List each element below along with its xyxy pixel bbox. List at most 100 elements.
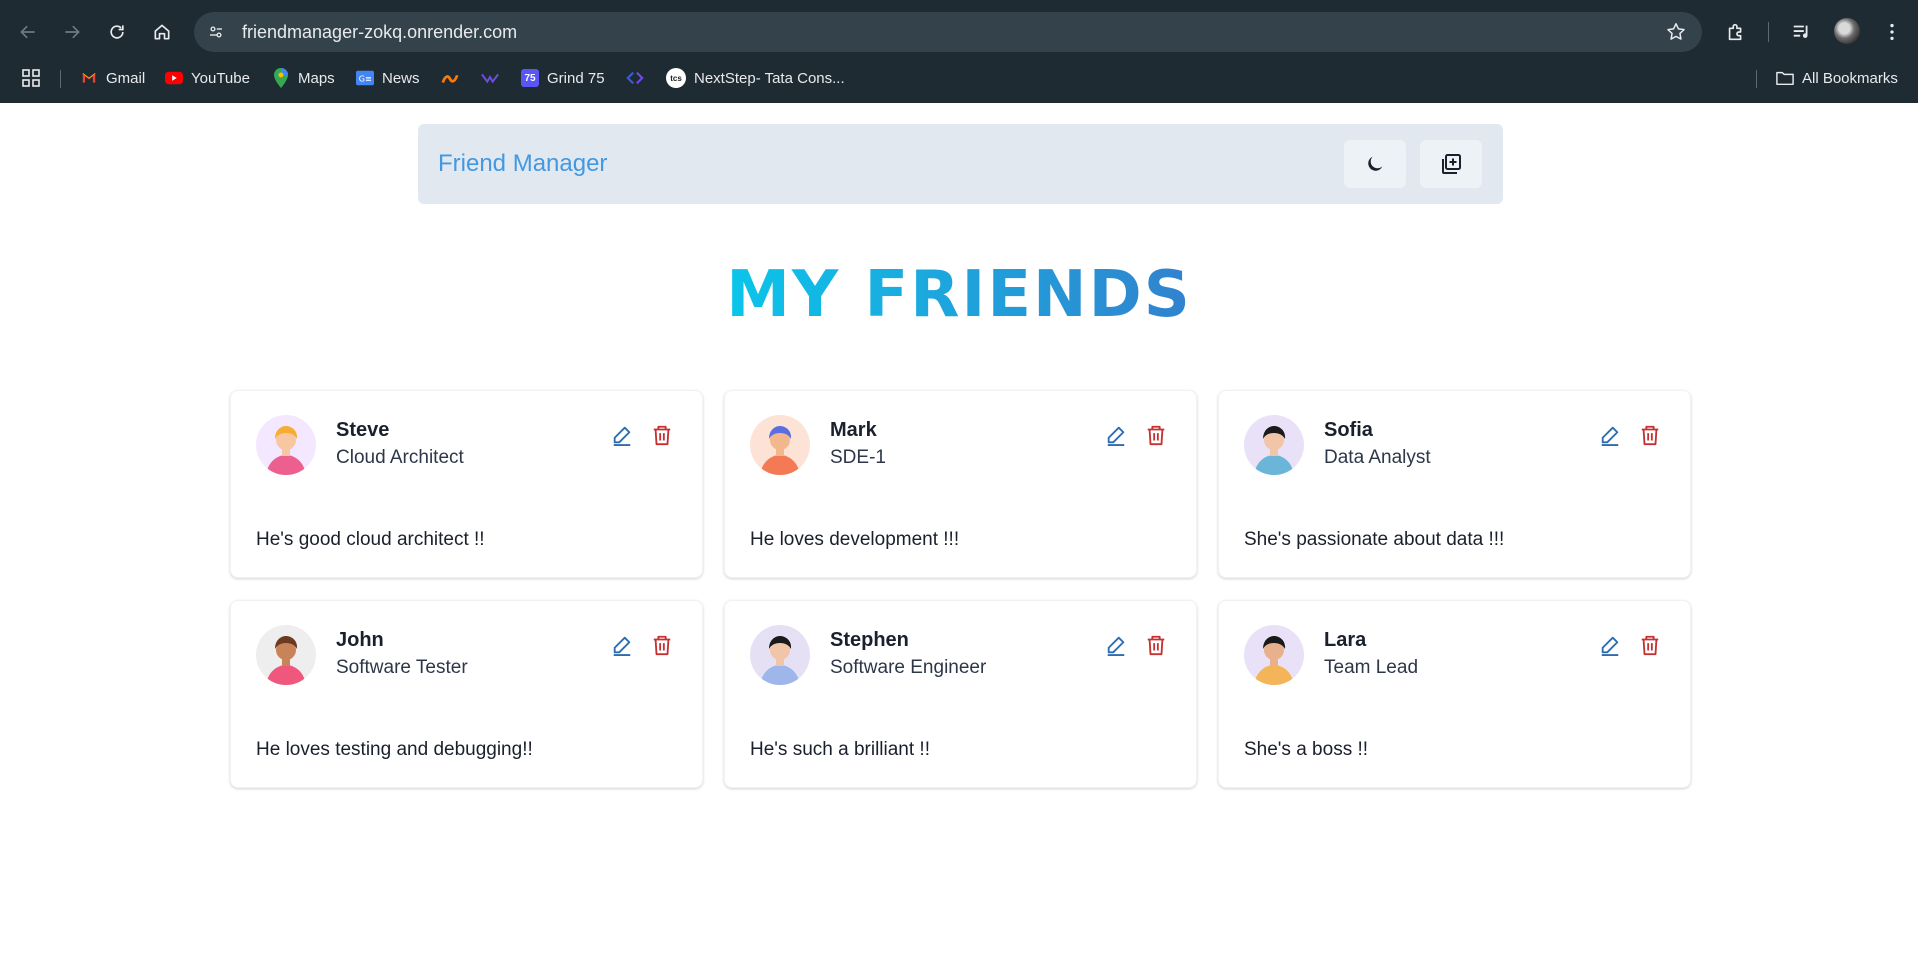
friend-role: Cloud Architect bbox=[336, 447, 464, 468]
folder-icon bbox=[1776, 69, 1794, 87]
bookmark-gmail[interactable]: Gmail bbox=[80, 64, 145, 92]
avatar bbox=[256, 625, 316, 685]
delete-button[interactable] bbox=[1636, 421, 1664, 449]
bookmark-label: Grind 75 bbox=[547, 69, 605, 87]
friend-name: Stephen bbox=[830, 629, 909, 651]
avatar bbox=[256, 415, 316, 475]
avatar bbox=[1244, 415, 1304, 475]
browser-chrome: friendmanager-zokq.onrender.com Gmail Yo… bbox=[0, 0, 1918, 103]
trash-icon bbox=[653, 635, 671, 656]
friend-name: Lara bbox=[1324, 629, 1367, 651]
delete-button[interactable] bbox=[1142, 421, 1170, 449]
bookmark-label: NextStep- Tata Cons... bbox=[694, 69, 845, 87]
edit-pencil-icon bbox=[613, 426, 631, 446]
edit-button[interactable] bbox=[1596, 421, 1624, 449]
maps-icon bbox=[272, 68, 290, 88]
friend-role: Software Tester bbox=[336, 657, 468, 678]
extensions-button[interactable] bbox=[1720, 16, 1752, 48]
edit-pencil-icon bbox=[1601, 636, 1619, 656]
avatar bbox=[750, 625, 810, 685]
add-friend-button[interactable] bbox=[1420, 140, 1482, 188]
bookmarks-divider bbox=[60, 70, 61, 88]
gmail-icon bbox=[80, 69, 98, 87]
bookmark-news[interactable]: G≡ News bbox=[356, 64, 420, 92]
friend-card: John Software Tester He loves testing an… bbox=[230, 600, 703, 788]
friend-role: SDE-1 bbox=[830, 447, 886, 468]
arrow-left-icon bbox=[20, 25, 35, 39]
avatar bbox=[1244, 625, 1304, 685]
bookmark-grind75[interactable]: 75 Grind 75 bbox=[521, 64, 605, 92]
delete-button[interactable] bbox=[1636, 631, 1664, 659]
reload-icon bbox=[110, 25, 124, 39]
bookmark-youtube[interactable]: YouTube bbox=[165, 64, 250, 92]
url-text[interactable]: friendmanager-zokq.onrender.com bbox=[242, 12, 517, 52]
friend-role: Software Engineer bbox=[830, 657, 987, 678]
media-button[interactable] bbox=[1786, 16, 1818, 48]
bookmark-code[interactable] bbox=[626, 64, 644, 92]
home-button[interactable] bbox=[146, 16, 178, 48]
bookmark-leetcode[interactable] bbox=[481, 64, 499, 92]
edit-button[interactable] bbox=[1596, 631, 1624, 659]
all-bookmarks-button[interactable]: All Bookmarks bbox=[1776, 64, 1898, 92]
friend-role: Team Lead bbox=[1324, 657, 1419, 678]
bookmark-label: Maps bbox=[298, 69, 335, 87]
code-icon bbox=[626, 69, 644, 87]
forward-button[interactable] bbox=[56, 16, 88, 48]
person-illustration-icon bbox=[1244, 625, 1304, 685]
apps-grid-icon bbox=[22, 69, 40, 87]
grind75-icon: 75 bbox=[521, 69, 539, 87]
delete-button[interactable] bbox=[648, 421, 676, 449]
trash-icon bbox=[1147, 425, 1165, 446]
brand-title[interactable]: Friend Manager bbox=[438, 124, 607, 204]
menu-button[interactable] bbox=[1876, 16, 1908, 48]
more-vertical-icon bbox=[1890, 23, 1894, 41]
home-icon bbox=[154, 24, 170, 40]
browser-toolbar: friendmanager-zokq.onrender.com bbox=[0, 0, 1918, 64]
friend-description: He's good cloud architect !! bbox=[256, 529, 485, 550]
arrow-right-icon bbox=[65, 25, 80, 39]
theme-toggle-button[interactable] bbox=[1344, 140, 1406, 188]
svg-text:G≡: G≡ bbox=[359, 74, 372, 84]
news-icon: G≡ bbox=[356, 69, 374, 87]
friend-description: He's such a brilliant !! bbox=[750, 739, 930, 760]
playlist-icon bbox=[1793, 25, 1808, 38]
bookmark-nextstep[interactable]: tcs NextStep- Tata Cons... bbox=[666, 64, 845, 92]
person-illustration-icon bbox=[256, 415, 316, 475]
delete-button[interactable] bbox=[1142, 631, 1170, 659]
friend-name: Steve bbox=[336, 419, 390, 441]
app-navbar: Friend Manager bbox=[418, 124, 1503, 204]
friend-description: He loves testing and debugging!! bbox=[256, 739, 533, 760]
person-illustration-icon bbox=[750, 415, 810, 475]
edit-button[interactable] bbox=[608, 631, 636, 659]
friend-description: She's passionate about data !!! bbox=[1244, 529, 1505, 550]
trash-icon bbox=[1641, 635, 1659, 656]
site-info-icon[interactable] bbox=[202, 18, 230, 46]
delete-button[interactable] bbox=[648, 631, 676, 659]
bookmark-maps[interactable]: Maps bbox=[272, 64, 335, 92]
friend-role: Data Analyst bbox=[1324, 447, 1431, 468]
edit-button[interactable] bbox=[1102, 421, 1130, 449]
edit-pencil-icon bbox=[1107, 426, 1125, 446]
friend-name: Mark bbox=[830, 419, 877, 441]
person-illustration-icon bbox=[256, 625, 316, 685]
bookmark-label: News bbox=[382, 69, 420, 87]
edit-button[interactable] bbox=[608, 421, 636, 449]
edit-pencil-icon bbox=[613, 636, 631, 656]
back-button[interactable] bbox=[12, 16, 44, 48]
person-illustration-icon bbox=[750, 625, 810, 685]
edit-pencil-icon bbox=[1107, 636, 1125, 656]
friend-card: Stephen Software Engineer He's such a br… bbox=[724, 600, 1197, 788]
bookmark-star-icon[interactable] bbox=[1664, 20, 1688, 44]
moon-icon bbox=[1368, 156, 1383, 171]
add-copy-icon bbox=[1442, 154, 1461, 174]
bookmarks-divider bbox=[1756, 70, 1757, 88]
apps-button[interactable] bbox=[22, 64, 40, 92]
bookmark-label: YouTube bbox=[191, 69, 250, 87]
reload-button[interactable] bbox=[101, 16, 133, 48]
bookmark-codeforces[interactable] bbox=[441, 64, 459, 92]
edit-button[interactable] bbox=[1102, 631, 1130, 659]
trash-icon bbox=[1641, 425, 1659, 446]
address-bar[interactable]: friendmanager-zokq.onrender.com bbox=[194, 12, 1702, 52]
profile-avatar[interactable] bbox=[1834, 18, 1860, 44]
person-illustration-icon bbox=[1244, 415, 1304, 475]
